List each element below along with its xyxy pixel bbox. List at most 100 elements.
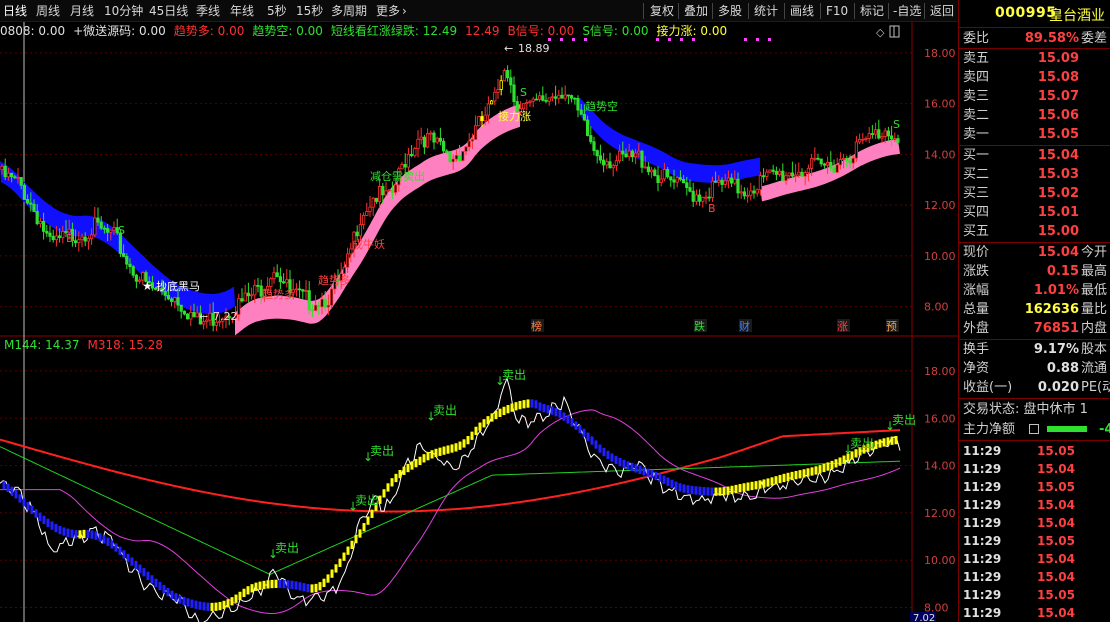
list-icon[interactable]	[1029, 424, 1039, 434]
period-tab-15sec[interactable]: 15秒	[294, 0, 325, 22]
bid-row[interactable]: 买三 15.02	[959, 184, 1110, 203]
sell-signal-label: 卖出	[502, 368, 526, 382]
trend-step	[882, 438, 886, 447]
signal-dot	[548, 38, 551, 41]
candle-body	[531, 98, 535, 102]
multi-stock-button[interactable]: 多股	[716, 0, 744, 22]
period-tab-season[interactable]: 季线	[194, 0, 222, 22]
tick-price: 15.04	[1037, 498, 1075, 512]
candle-body	[35, 211, 39, 225]
period-tab-month[interactable]: 月线	[68, 0, 96, 22]
candle-body	[579, 109, 583, 115]
candle-body	[93, 217, 97, 236]
high-arrow-icon: ←	[504, 42, 513, 55]
candle-body	[176, 297, 180, 306]
trend-step	[406, 463, 410, 473]
stat-row[interactable]: 换手 9.17% 股本	[959, 340, 1110, 359]
trend-step	[22, 498, 26, 507]
trend-step	[522, 400, 526, 409]
ask-value: 15.08	[1037, 70, 1079, 85]
trend-step	[138, 564, 142, 573]
quote-row[interactable]: 现价 15.04 今开	[959, 243, 1110, 262]
bid-row[interactable]: 买一 15.04	[959, 146, 1110, 165]
period-tab-day[interactable]: 日线	[1, 0, 29, 22]
stat-label: 收益(一)	[963, 380, 1013, 395]
bid-row[interactable]: 买四 15.01	[959, 203, 1110, 222]
more-arrow-icon[interactable]: ›	[400, 0, 409, 22]
trend-step	[78, 530, 82, 539]
trend-step	[250, 584, 254, 593]
kline-chart[interactable]: 18.89←7.22←★ 抄底黑马趋势多趋势多趋势空接力涨减仓需卖出成牛妖BBSS…	[0, 22, 958, 622]
ask-value: 15.09	[1037, 51, 1079, 66]
stat-row[interactable]: 收益(一) 0.020PE(动	[959, 378, 1110, 397]
b-signal-label: B	[708, 202, 716, 215]
bid-row[interactable]: 买五 15.00	[959, 222, 1110, 241]
period-tab-5sec[interactable]: 5秒	[265, 0, 289, 22]
quote-row[interactable]: 总量 162636 量比	[959, 300, 1110, 319]
event-marker[interactable]: 预	[886, 320, 897, 333]
chart-grid	[0, 22, 958, 622]
ask-row[interactable]: 卖三 15.07	[959, 87, 1110, 106]
overlay-button[interactable]: 叠加	[682, 0, 710, 22]
candle-body	[416, 138, 420, 150]
candle-body	[237, 298, 241, 315]
event-marker[interactable]: 财	[739, 319, 750, 333]
period-tab-45day[interactable]: 45日线	[147, 0, 190, 22]
candle-body	[54, 235, 59, 241]
ask-row[interactable]: 卖四 15.08	[959, 68, 1110, 87]
mark-button[interactable]: 标记	[858, 0, 886, 22]
event-marker[interactable]: 跌	[694, 319, 705, 333]
event-marker[interactable]: 涨	[837, 320, 848, 333]
tick-price: 15.05	[1037, 480, 1075, 494]
period-tab-more[interactable]: 更多	[374, 0, 402, 22]
candle-body	[627, 150, 631, 158]
candle-body	[586, 119, 590, 136]
ask-row[interactable]: 卖五 15.09	[959, 49, 1110, 68]
candle-body	[544, 99, 548, 102]
tick-time: 11:29	[963, 588, 1002, 602]
trend-step	[62, 527, 66, 536]
candle-body	[749, 190, 753, 196]
f10-button[interactable]: F10	[824, 0, 850, 22]
candle-body	[297, 288, 302, 291]
draw-line-button[interactable]: 画线	[788, 0, 816, 22]
ask-value: 15.07	[1037, 89, 1079, 104]
trend-step	[514, 402, 518, 411]
bottom-price-label: 7.02	[913, 613, 935, 622]
diamond-icon[interactable]: ◇	[876, 26, 885, 39]
ask-row[interactable]: 卖一 15.05	[959, 125, 1110, 144]
stock-code[interactable]: 000995	[995, 5, 1056, 21]
quote-extra-label: 今开	[1081, 245, 1108, 260]
period-tab-multi[interactable]: 多周期	[329, 0, 369, 22]
candle-body	[848, 160, 852, 164]
bid-row[interactable]: 买二 15.03	[959, 165, 1110, 184]
trend-step	[118, 546, 122, 555]
quote-label: 现价	[963, 245, 990, 260]
period-tab-week[interactable]: 周线	[34, 0, 62, 22]
restore-rights-button[interactable]: 复权	[648, 0, 676, 22]
stock-name[interactable]: 皇台酒业	[1049, 5, 1105, 25]
ask-row[interactable]: 卖二 15.06	[959, 106, 1110, 125]
stat-row[interactable]: 净资 0.88 流通	[959, 359, 1110, 378]
remove-watchlist-button[interactable]: -自选	[891, 0, 923, 22]
candle-body	[730, 177, 734, 184]
trend-step	[682, 484, 686, 493]
trend-step	[562, 412, 566, 421]
quote-row[interactable]: 涨幅 1.01% 最低	[959, 281, 1110, 300]
candle-body	[435, 137, 439, 143]
main-net-value: -4	[1099, 422, 1110, 437]
quote-row[interactable]: 外盘 76851 内盘	[959, 319, 1110, 338]
trend-step	[618, 457, 622, 467]
candle-body	[432, 132, 436, 143]
event-marker[interactable]: 榜	[531, 319, 542, 333]
period-tab-year[interactable]: 年线	[228, 0, 256, 22]
back-button[interactable]: 返回	[928, 0, 956, 22]
candle-body	[185, 313, 190, 320]
candle-body	[784, 175, 788, 181]
statistics-button[interactable]: 统计	[752, 0, 780, 22]
quote-row[interactable]: 涨跌 0.15 最高	[959, 262, 1110, 281]
price-axes: 18.00 16.00 14.00 12.00 10.00 8.00 18.00 16.00 1…	[924, 47, 956, 615]
signal-dot	[668, 38, 671, 41]
m318-line	[0, 429, 901, 513]
period-tab-10min[interactable]: 10分钟	[102, 0, 145, 22]
